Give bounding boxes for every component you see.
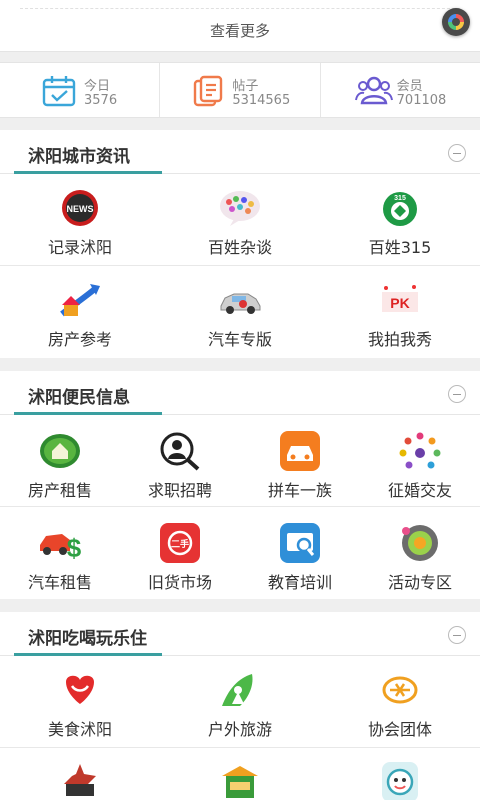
job-search-icon — [160, 432, 200, 471]
grid-item-label: 百姓315 — [368, 238, 432, 257]
dashed-divider — [20, 8, 460, 9]
section-title: 沭阳便民信息 — [28, 388, 130, 408]
grid-item-jobs[interactable]: 求职招聘 — [120, 415, 240, 506]
grid-item-label: 汽车专版 — [207, 330, 272, 349]
stat-posts-value: 5314565 — [232, 93, 291, 108]
section-header: 沭阳城市资讯 — [0, 130, 480, 174]
news-icon: NEWS — [62, 190, 98, 226]
grid-item-label: 教育培训 — [267, 573, 332, 592]
grid-item-label: 求职招聘 — [147, 481, 212, 500]
food-icon — [66, 675, 94, 704]
grid-item-label: 汽车租售 — [27, 573, 92, 592]
grid-item-association[interactable]: 协会团体 — [320, 656, 480, 747]
landmark-icon — [64, 764, 96, 796]
grid-row: NEWS 记录沭阳 百姓杂谈 315 百姓315 — [0, 174, 480, 266]
svg-text:二手: 二手 — [171, 538, 189, 549]
svg-text:$: $ — [67, 533, 82, 563]
stat-today-value: 3576 — [84, 93, 118, 108]
grid-item-auto[interactable]: 汽车专版 — [160, 266, 320, 358]
section-title: 沭阳吃喝玩乐住 — [28, 629, 147, 649]
grid-item-events[interactable]: 活动专区 — [360, 507, 480, 599]
view-more-label: 查看更多 — [209, 22, 270, 40]
chat-bubble-icon — [220, 191, 260, 226]
grid-item-label: 我拍我秀 — [367, 330, 432, 349]
document-icon — [194, 75, 223, 107]
floating-menu-button[interactable] — [442, 8, 470, 36]
travel-icon — [222, 674, 253, 706]
grid-item-label: 房产租售 — [27, 481, 92, 500]
grid-item-travel[interactable]: 户外旅游 — [160, 656, 320, 747]
education-icon — [280, 523, 320, 563]
car-dollar-icon: $ — [40, 533, 82, 563]
svg-text:315: 315 — [394, 195, 406, 202]
grid-item-shop[interactable] — [160, 748, 320, 800]
stat-members[interactable]: 会员 701108 — [321, 63, 480, 117]
grid-item-label: 记录沭阳 — [47, 238, 112, 257]
photo-show-icon: PK — [382, 285, 418, 312]
grid-item-car-rent[interactable]: $ 汽车租售 — [0, 507, 120, 599]
grid-row: 美食沭阳 户外旅游 协会团体 — [0, 656, 480, 748]
grid-item-talk[interactable]: 百姓杂谈 — [160, 174, 320, 265]
house-arrow-icon — [60, 284, 100, 317]
grid-row: 房产参考 汽车专版 PK 我拍我秀 — [0, 266, 480, 358]
activity-icon — [402, 525, 438, 561]
grid-item-label: 协会团体 — [367, 720, 432, 739]
stat-members-value: 701108 — [396, 93, 447, 108]
grid-item-property[interactable]: 房产参考 — [0, 266, 160, 358]
section-convenience-info: 沭阳便民信息 房产租售 求职招聘 拼车一族 征婚交友 $ 汽车租售 二手 旧货市… — [0, 371, 480, 599]
section-header: 沭阳便民信息 — [0, 371, 480, 415]
stat-members-label: 会员 — [396, 79, 423, 94]
grid-item-record[interactable]: NEWS 记录沭阳 — [0, 174, 160, 265]
consumer-315-icon: 315 — [383, 192, 417, 226]
mascot-icon — [382, 762, 418, 800]
grid-item-property-rent[interactable]: 房产租售 — [0, 415, 120, 506]
grid-item-label: 拼车一族 — [267, 481, 332, 500]
grid-item-label: 美食沭阳 — [47, 720, 112, 739]
stat-posts-label: 帖子 — [232, 79, 259, 94]
car-icon — [220, 293, 261, 314]
grid-item-label: 旧货市场 — [147, 573, 212, 592]
section-city-news: 沭阳城市资讯 NEWS 记录沭阳 百姓杂谈 315 百姓315 房产参考 汽车专… — [0, 130, 480, 358]
grid-item-landmark[interactable] — [0, 748, 160, 800]
grid-item-dating[interactable]: 征婚交友 — [360, 415, 480, 506]
grid-item-label: 活动专区 — [387, 573, 452, 592]
section-food-fun: 沭阳吃喝玩乐住 美食沭阳 户外旅游 协会团体 — [0, 612, 480, 800]
house-badge-icon — [40, 434, 80, 468]
grid-item-mascot[interactable] — [320, 748, 480, 800]
grid-item-food[interactable]: 美食沭阳 — [0, 656, 160, 747]
stat-posts[interactable]: 帖子 5314565 — [160, 63, 321, 117]
grid-row — [0, 748, 480, 800]
view-more-bar[interactable]: 查看更多 — [0, 0, 480, 52]
grid-row: 房产租售 求职招聘 拼车一族 征婚交友 — [0, 415, 480, 507]
grid-item-label: 征婚交友 — [387, 481, 452, 500]
second-hand-icon: 二手 — [160, 523, 200, 563]
grid-item-second-hand[interactable]: 二手 旧货市场 — [120, 507, 240, 599]
grid-row: $ 汽车租售 二手 旧货市场 教育培训 活动专区 — [0, 507, 480, 599]
stat-today-label: 今日 — [84, 79, 111, 94]
grid-item-label: 房产参考 — [47, 330, 112, 349]
collapse-icon[interactable] — [448, 385, 466, 403]
grid-item-315[interactable]: 315 百姓315 — [320, 174, 480, 265]
grid-item-photo-show[interactable]: PK 我拍我秀 — [320, 266, 480, 358]
people-circle-icon — [399, 432, 441, 469]
carpool-icon — [280, 431, 320, 471]
section-title: 沭阳城市资讯 — [28, 147, 130, 167]
calendar-icon — [42, 76, 76, 107]
collapse-icon[interactable] — [448, 144, 466, 162]
shop-icon — [222, 766, 258, 798]
section-header: 沭阳吃喝玩乐住 — [0, 612, 480, 656]
grid-item-education[interactable]: 教育培训 — [240, 507, 360, 599]
grid-item-carpool[interactable]: 拼车一族 — [240, 415, 360, 506]
svg-text:PK: PK — [390, 295, 409, 311]
grid-item-label: 百姓杂谈 — [207, 238, 272, 257]
users-icon — [354, 76, 393, 105]
svg-text:NEWS: NEWS — [67, 204, 94, 214]
association-icon — [382, 676, 418, 704]
collapse-icon[interactable] — [448, 626, 466, 644]
grid-item-label: 户外旅游 — [207, 720, 272, 739]
stat-today[interactable]: 今日 3576 — [0, 63, 161, 117]
stats-bar: 今日 3576 帖子 5314565 会员 701108 — [0, 62, 480, 118]
